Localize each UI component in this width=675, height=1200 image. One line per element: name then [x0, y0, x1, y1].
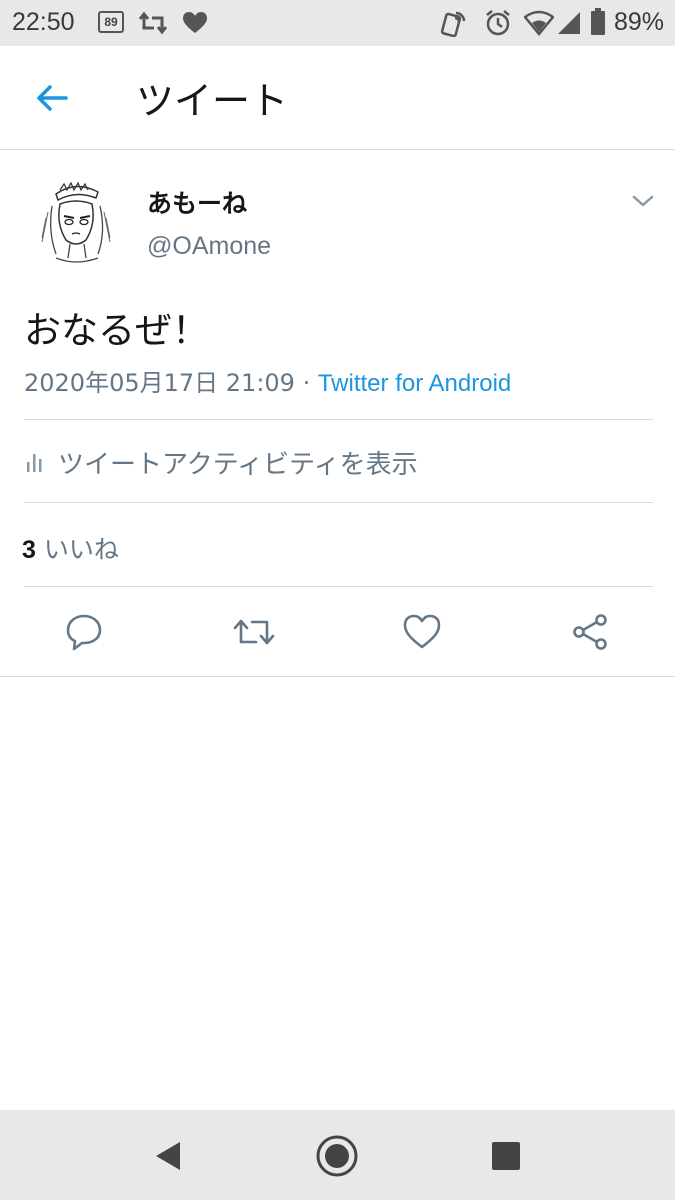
- retweet-icon: [233, 619, 275, 645]
- avatar-sketch-image: [26, 172, 126, 272]
- tweet-activity-label: ツイートアクティビティを表示: [58, 450, 418, 480]
- divider: [0, 676, 675, 677]
- battery-percent: 89%: [614, 8, 665, 36]
- nav-home-button[interactable]: [315, 1134, 359, 1178]
- divider: [24, 502, 653, 503]
- retweet-button[interactable]: [232, 612, 275, 652]
- tweet-meta: 2020年05月17日 21:09 · Twitter for Android: [24, 363, 511, 398]
- likes-label: いいね: [35, 535, 119, 564]
- user-handle[interactable]: @OAmone: [147, 232, 271, 261]
- divider: [24, 586, 653, 587]
- back-button[interactable]: [30, 76, 74, 120]
- navigation-bar: [0, 1110, 675, 1200]
- nfc-icon: [440, 11, 466, 37]
- page-title: ツイート: [136, 79, 289, 123]
- share-icon: [573, 614, 607, 650]
- more-options-button[interactable]: [628, 186, 658, 216]
- tweet-source-link[interactable]: Twitter for Android: [318, 370, 511, 397]
- notification-badge-icon: 89: [98, 11, 124, 33]
- heart-icon: [403, 614, 441, 649]
- retweet-notification-icon: [138, 11, 168, 35]
- likes-count: 3: [22, 536, 36, 564]
- divider: [24, 419, 653, 420]
- back-arrow-icon: [37, 85, 68, 111]
- tweet-timestamp: 2020年05月17日 21:09 ·: [24, 369, 318, 397]
- share-button[interactable]: [570, 612, 610, 652]
- square-recents-icon: [492, 1142, 520, 1170]
- display-name[interactable]: あもーね: [147, 184, 247, 220]
- battery-icon: [591, 8, 605, 35]
- app-header: ツイート: [0, 46, 675, 150]
- likes-summary[interactable]: 3 いいね: [22, 530, 119, 566]
- circle-home-icon: [316, 1135, 358, 1177]
- analytics-bars-icon: [27, 454, 42, 472]
- tweet-text: おなるぜ！: [24, 309, 209, 352]
- reply-icon: [66, 614, 102, 651]
- nav-back-button[interactable]: [146, 1134, 190, 1178]
- like-button[interactable]: [402, 612, 442, 652]
- status-time: 22:50: [12, 8, 75, 36]
- status-bar: 22:50 89 89%: [0, 0, 675, 46]
- alarm-icon: [486, 10, 510, 36]
- reply-button[interactable]: [64, 612, 104, 652]
- triangle-back-icon: [156, 1142, 180, 1170]
- wifi-icon: [524, 10, 554, 36]
- signal-icon: [558, 12, 580, 34]
- chevron-down-icon: [632, 195, 654, 207]
- avatar[interactable]: [26, 172, 126, 272]
- nav-recents-button[interactable]: [484, 1134, 528, 1178]
- heart-notification-icon: [183, 12, 207, 33]
- tweet-activity-button[interactable]: ツイートアクティビティを表示: [24, 436, 653, 488]
